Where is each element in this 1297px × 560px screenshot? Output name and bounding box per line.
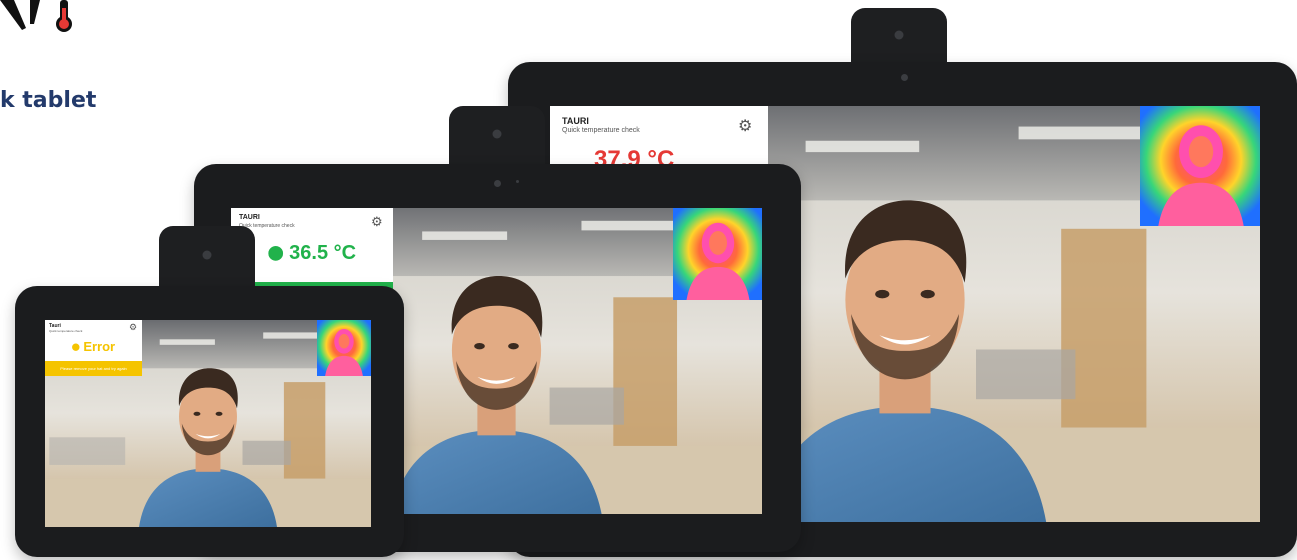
thermal-preview-medium: [673, 208, 762, 300]
brand-label: TAURI: [562, 116, 589, 126]
temperature-reading: ⬤ 36.5 °C: [267, 242, 357, 264]
subtitle-label: Quick temperature check: [562, 127, 640, 134]
brand-label: TAURI: [239, 214, 260, 221]
temperature-reading: ⬤ Error: [71, 339, 116, 354]
camera-feed-small: Tauri Quick temperature check ⚙ ⬤ Error …: [45, 320, 371, 527]
status-warning-icon: ⬤: [71, 344, 80, 351]
page-heading: k tablet: [0, 88, 97, 113]
status-panel-large: TAURI Quick temperature check ⚙ 37.9 °C: [550, 106, 768, 166]
status-panel-medium: TAURI Quick temperature check ⚙ ⬤ 36.5 °…: [231, 208, 393, 294]
status-bar-small: Please remove your hat and try again: [45, 361, 142, 376]
gear-icon[interactable]: ⚙: [129, 322, 137, 333]
subtitle-label: Quick temperature check: [49, 329, 83, 333]
camera-mount: [851, 8, 947, 68]
camera-mount: [449, 106, 545, 168]
thermal-preview-small: [317, 320, 371, 376]
gear-icon[interactable]: ⚙: [738, 116, 752, 136]
camera-mount: [159, 226, 255, 290]
tablet-small: Tauri Quick temperature check ⚙ ⬤ Error …: [15, 286, 404, 557]
thermal-preview-large: [1140, 106, 1260, 226]
thermometer-logo-icon: [0, 0, 80, 34]
status-panel-small: Tauri Quick temperature check ⚙ ⬤ Error …: [45, 320, 142, 376]
gear-icon[interactable]: ⚙: [371, 214, 383, 230]
status-ok-icon: ⬤: [267, 244, 284, 260]
